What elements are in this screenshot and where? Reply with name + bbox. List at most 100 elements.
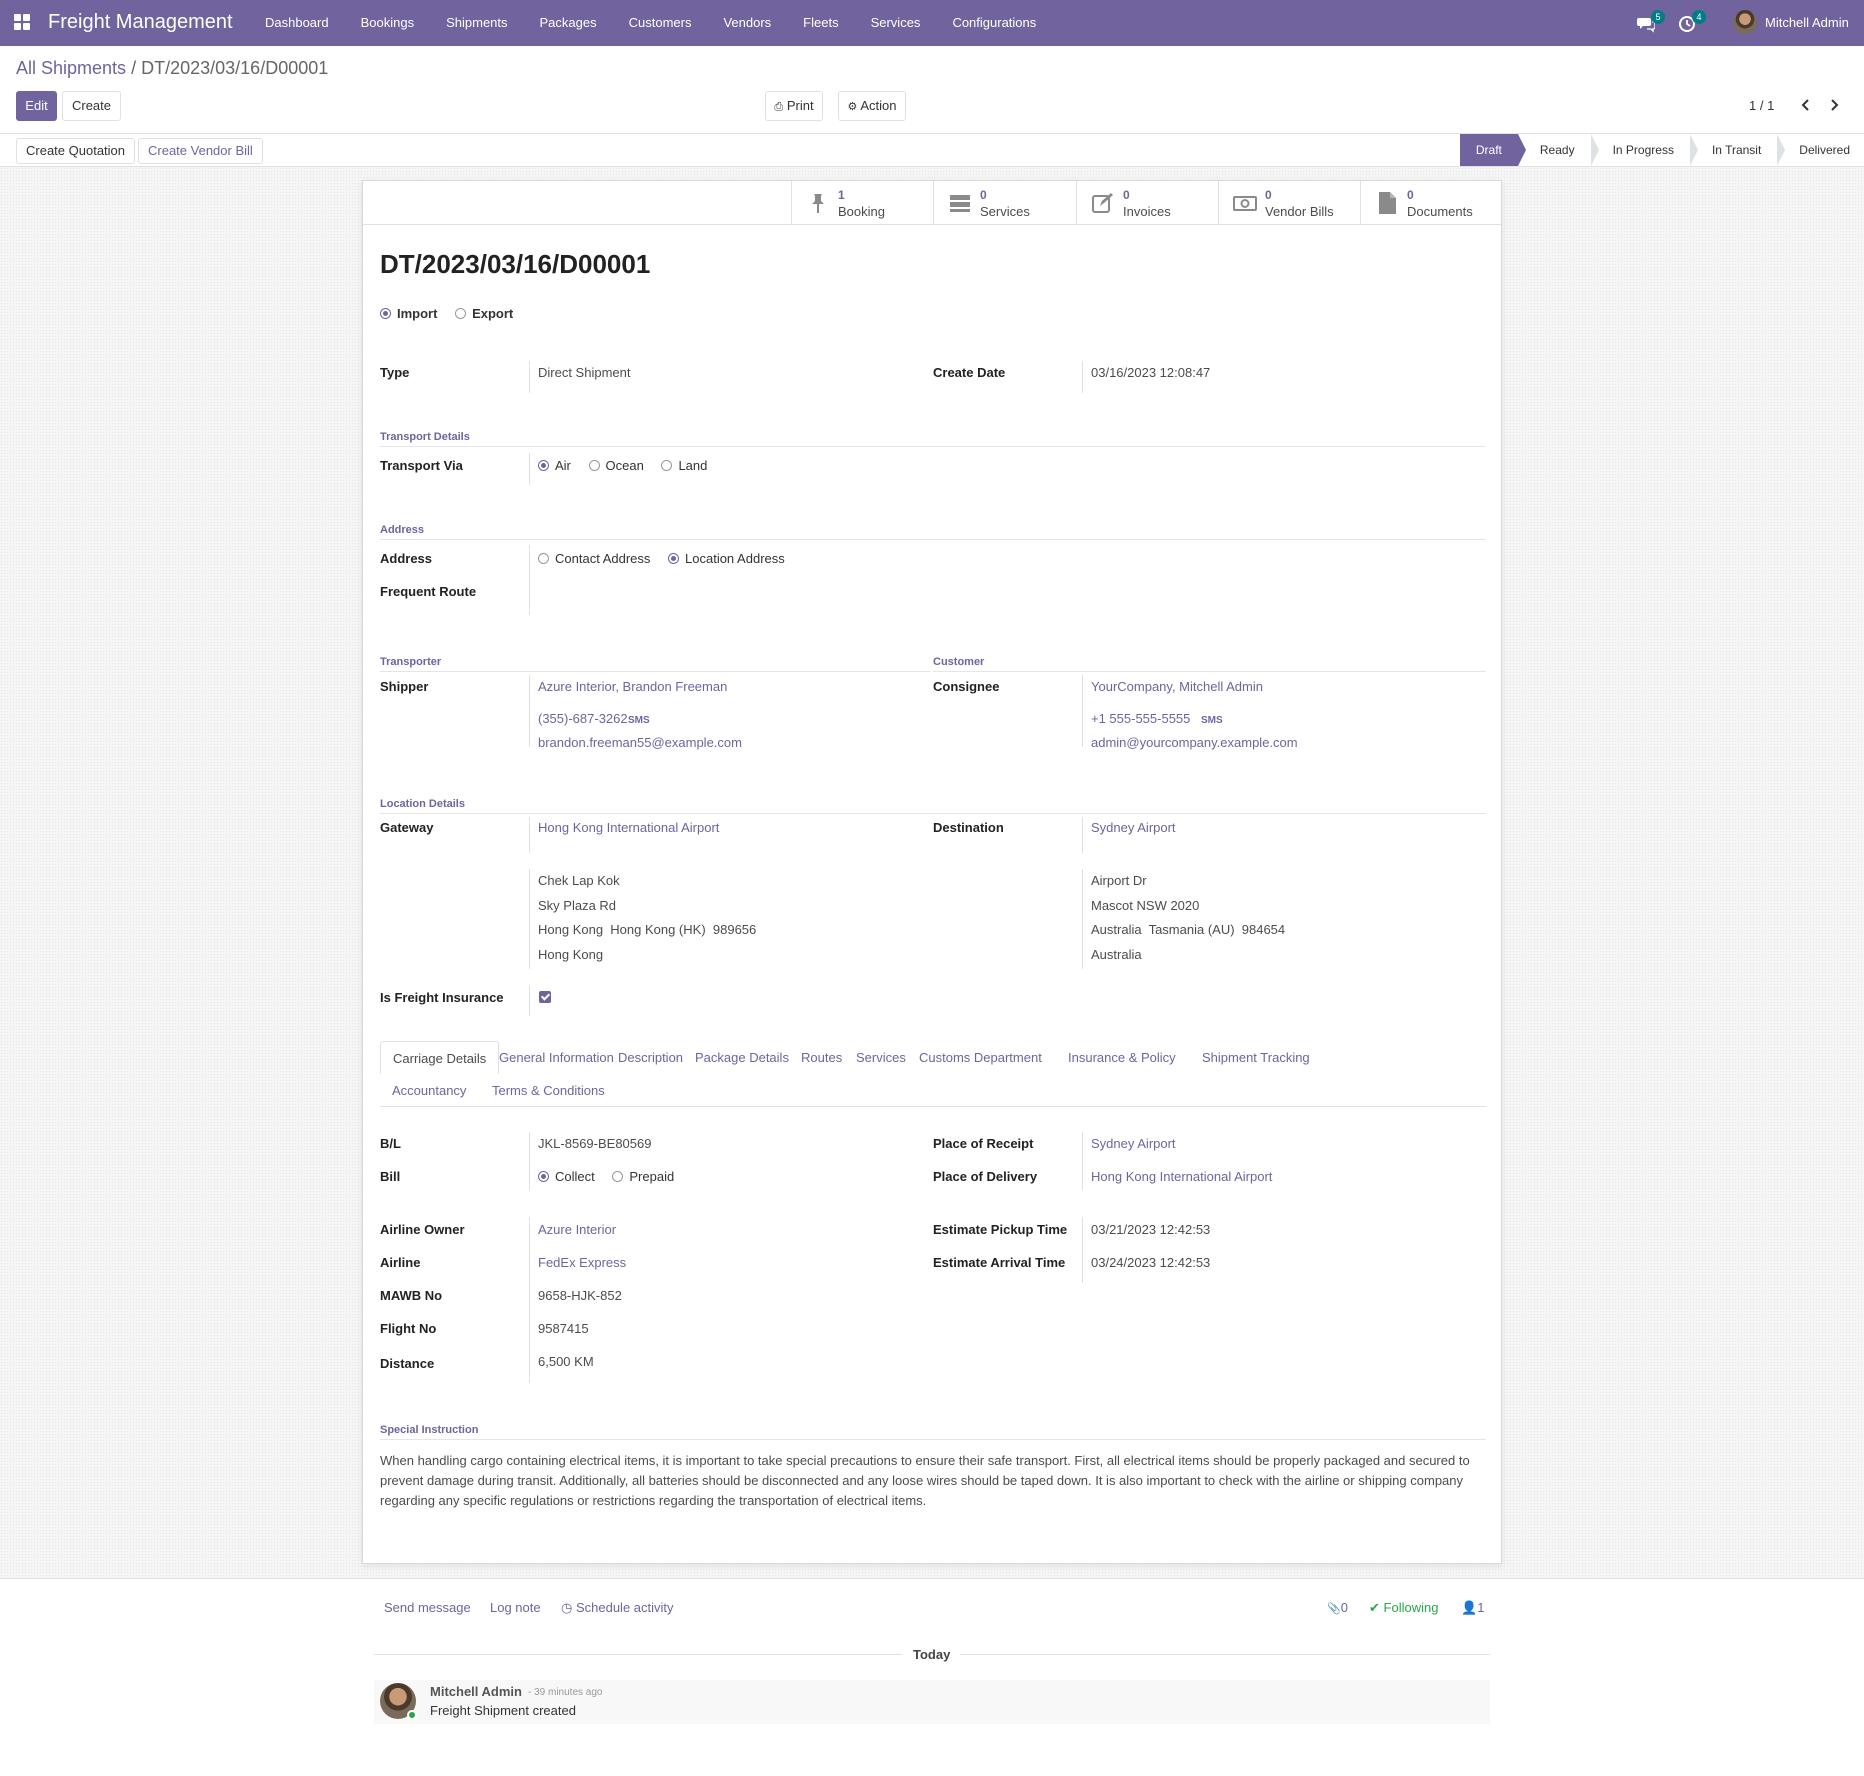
create-button[interactable]: Create [62, 91, 121, 121]
radio-ocean[interactable]: Ocean [588, 458, 644, 473]
type-value[interactable]: Direct Shipment [538, 365, 630, 380]
menu-configurations[interactable]: Configurations [936, 0, 1052, 46]
tab-description[interactable]: Description [606, 1041, 695, 1074]
activity-clock-icon[interactable]: 4 [1678, 10, 1706, 34]
tab-customs-department[interactable]: Customs Department [907, 1041, 1054, 1074]
breadcrumb-parent[interactable]: All Shipments [16, 58, 126, 78]
gateway-address-line: Sky Plaza Rd [538, 898, 617, 913]
airline-link[interactable]: FedEx Express [538, 1255, 626, 1270]
radio-export[interactable]: Export [455, 306, 513, 321]
print-label: Print [786, 98, 814, 113]
menu-packages[interactable]: Packages [524, 0, 613, 46]
destination-link[interactable]: Sydney Airport [1091, 820, 1176, 835]
radio-location-address[interactable]: Location Address [668, 551, 785, 566]
radio-import[interactable]: Import [380, 306, 437, 321]
pager-value[interactable]: 1 / 1 [1749, 98, 1774, 113]
radio-land[interactable]: Land [661, 458, 707, 473]
frequent-route-field[interactable] [538, 580, 918, 602]
gateway-link[interactable]: Hong Kong International Airport [538, 820, 719, 835]
tab-shipment-tracking[interactable]: Shipment Tracking [1190, 1041, 1322, 1074]
tab-insurance-policy[interactable]: Insurance & Policy [1056, 1041, 1188, 1074]
estimate-arrival-value[interactable]: 03/24/2023 12:42:53 [1091, 1255, 1210, 1270]
stage-in-progress[interactable]: In Progress [1590, 134, 1699, 166]
print-button[interactable]: ⎙ Print [765, 91, 823, 121]
destination-address-line: Airport Dr [1091, 873, 1147, 888]
edit-icon [1092, 193, 1113, 213]
edit-button[interactable]: Edit [16, 91, 57, 121]
airline-owner-link[interactable]: Azure Interior [538, 1222, 616, 1237]
tab-accountancy[interactable]: Accountancy [380, 1074, 478, 1107]
menu-bookings[interactable]: Bookings [345, 0, 430, 46]
radio-prepaid[interactable]: Prepaid [612, 1169, 674, 1184]
radio-air[interactable]: Air [538, 458, 571, 473]
attachments-count: 0 [1340, 1600, 1348, 1615]
special-instruction-text[interactable]: When handling cargo containing electrica… [380, 1451, 1480, 1511]
tab-terms-conditions[interactable]: Terms & Conditions [480, 1074, 617, 1107]
following-button[interactable]: ✔ Following [1369, 1600, 1438, 1616]
user-avatar[interactable] [1733, 10, 1757, 34]
consignee-phone-link[interactable]: +1 555-555-5555 [1091, 711, 1190, 726]
smart-button-invoices[interactable]: 0 Invoices [1076, 181, 1219, 225]
attachments-button[interactable]: 📎0 [1327, 1600, 1348, 1615]
smart-button-documents[interactable]: 0 Documents [1360, 181, 1503, 225]
consignee-sms-button[interactable]: SMS [1201, 711, 1223, 726]
stage-draft[interactable]: Draft [1459, 134, 1526, 166]
flight-no-value[interactable]: 9587415 [538, 1321, 589, 1336]
menu-services[interactable]: Services [855, 0, 937, 46]
place-of-delivery-link[interactable]: Hong Kong International Airport [1091, 1169, 1272, 1184]
tab-carriage-details[interactable]: Carriage Details [380, 1041, 500, 1074]
menu-dashboard[interactable]: Dashboard [249, 0, 345, 46]
field-separator [1082, 1217, 1083, 1283]
smart-button-vendor-bills[interactable]: 0 Vendor Bills [1218, 181, 1361, 225]
create-quotation-button[interactable]: Create Quotation [16, 138, 136, 164]
section-divider [380, 539, 1486, 540]
mawb-label: MAWB No [380, 1288, 443, 1303]
stage-delivered[interactable]: Delivered [1777, 134, 1864, 166]
freight-insurance-checkbox[interactable] [539, 991, 551, 1003]
distance-value[interactable]: 6,500 KM [538, 1354, 594, 1369]
menu-customers[interactable]: Customers [613, 0, 708, 46]
bl-value[interactable]: JKL-8569-BE80569 [538, 1136, 651, 1151]
tab-package-details[interactable]: Package Details [683, 1041, 801, 1074]
app-brand[interactable]: Freight Management [48, 11, 233, 34]
consignee-name-link[interactable]: YourCompany, Mitchell Admin [1091, 679, 1263, 694]
pager-next-icon[interactable] [1828, 99, 1840, 111]
log-note-button[interactable]: Log note [490, 1600, 541, 1615]
shipper-name-link[interactable]: Azure Interior, Brandon Freeman [538, 679, 727, 694]
shipper-sms-button[interactable]: SMS [628, 711, 650, 726]
airline-label: Airline [380, 1255, 421, 1270]
estimate-pickup-value[interactable]: 03/21/2023 12:42:53 [1091, 1222, 1210, 1237]
menu-vendors[interactable]: Vendors [707, 0, 787, 46]
message-author[interactable]: Mitchell Admin [430, 1684, 522, 1699]
consignee-label: Consignee [933, 679, 1000, 694]
pager-previous-icon[interactable] [1800, 99, 1812, 111]
chat-icon[interactable]: 5 [1637, 10, 1665, 34]
smart-button-booking[interactable]: 1 Booking [791, 181, 934, 225]
stage-ready[interactable]: Ready [1517, 134, 1599, 166]
top-navbar: Freight Management Dashboard Bookings Sh… [0, 0, 1864, 46]
shipper-email-link[interactable]: brandon.freeman55@example.com [538, 735, 742, 750]
create-date-value[interactable]: 03/16/2023 12:08:47 [1091, 365, 1210, 380]
radio-collect[interactable]: Collect [538, 1169, 595, 1184]
sms-label: SMS [628, 715, 650, 726]
breadcrumb-separator: / [131, 58, 137, 78]
stage-in-transit[interactable]: In Transit [1689, 134, 1786, 166]
consignee-email-link[interactable]: admin@yourcompany.example.com [1091, 735, 1298, 750]
menu-fleets[interactable]: Fleets [787, 0, 854, 46]
place-of-receipt-link[interactable]: Sydney Airport [1091, 1136, 1176, 1151]
smart-button-services[interactable]: 0 Services [933, 181, 1076, 225]
create-vendor-bill-button[interactable]: Create Vendor Bill [138, 138, 263, 164]
schedule-activity-button[interactable]: ◷ Schedule activity [561, 1600, 674, 1616]
send-message-button[interactable]: Send message [384, 1600, 471, 1615]
followers-button[interactable]: 👤1 [1461, 1600, 1484, 1616]
apps-grid-icon[interactable] [14, 14, 32, 32]
menu-shipments[interactable]: Shipments [430, 0, 523, 46]
action-button[interactable]: ⚙ Action [838, 91, 906, 121]
destination-address-line: Australia Tasmania (AU) 984654 [1091, 922, 1286, 937]
field-separator [529, 545, 530, 615]
radio-contact-address[interactable]: Contact Address [538, 551, 650, 566]
shipper-phone-link[interactable]: (355)-687-3262 [538, 711, 628, 726]
user-menu[interactable]: Mitchell Admin [1765, 15, 1849, 30]
estimate-arrival-label: Estimate Arrival Time [933, 1255, 1066, 1270]
mawb-value[interactable]: 9658-HJK-852 [538, 1288, 622, 1303]
